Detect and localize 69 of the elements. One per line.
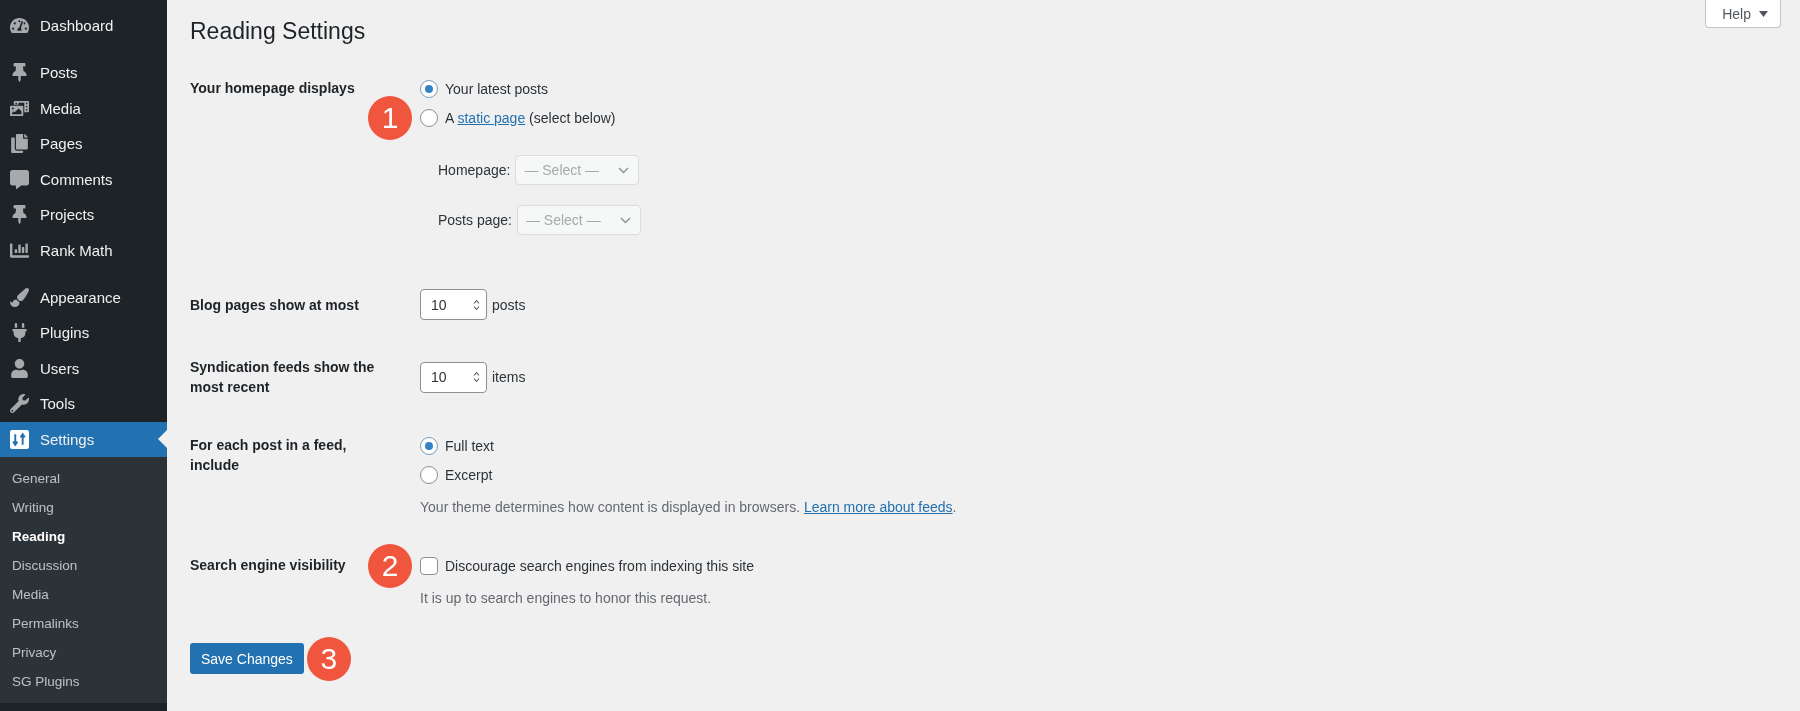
help-button[interactable]: Help	[1705, 0, 1781, 28]
menu-item[interactable]: Plugins	[0, 315, 167, 351]
menu-item[interactable]: Pages	[0, 126, 167, 162]
caret-down-icon	[1759, 10, 1768, 17]
field-label: Your homepage displays	[190, 79, 355, 98]
submenu-item[interactable]: Permalinks	[0, 609, 79, 638]
option-label: Your latest posts	[445, 80, 548, 99]
field-label: For each post in a feed, include	[190, 436, 348, 475]
text-link[interactable]: static page	[457, 110, 526, 126]
numbered-callout: 1	[368, 96, 412, 140]
checkbox[interactable]	[420, 557, 438, 575]
gauge-icon	[10, 16, 29, 36]
user-icon	[10, 358, 29, 378]
submenu-item[interactable]: Privacy	[0, 638, 57, 667]
menu-item[interactable]: Media	[0, 90, 167, 126]
spinner-arrows-icon[interactable]	[473, 371, 480, 383]
submenu-item[interactable]: Discussion	[0, 551, 78, 580]
chevron-down-icon	[619, 216, 631, 224]
current-pointer-icon	[158, 430, 167, 449]
menu-item[interactable]: Appearance	[0, 279, 167, 315]
up-down-arrows-icon	[10, 429, 29, 449]
paintbrush-icon	[10, 287, 29, 307]
pushpin-icon	[10, 63, 29, 83]
unit-label: items	[492, 369, 526, 385]
submenu-item[interactable]: Reading	[0, 522, 66, 551]
option-label: Excerpt	[445, 466, 493, 485]
option-label: A static page (select below)	[445, 109, 616, 128]
menu-item[interactable]: Posts	[0, 55, 167, 91]
page-title: Reading Settings	[190, 17, 366, 46]
numbered-callout: 3	[306, 636, 351, 681]
plug-icon	[10, 323, 29, 343]
submenu-item[interactable]: Media	[0, 580, 49, 609]
text-link[interactable]: Learn more about feeds	[803, 499, 953, 515]
numbered-callout: 2	[368, 544, 412, 588]
option-label: Full text	[445, 437, 494, 456]
select-label: Homepage:	[438, 162, 511, 178]
menu-item[interactable]: Rank Math	[0, 232, 167, 268]
documents-icon	[10, 134, 29, 154]
option-label: Discourage search engines from indexing this site	[445, 557, 754, 576]
save-changes-button[interactable]: Save Changes	[190, 643, 304, 674]
wrench-icon	[10, 394, 29, 414]
menu-item[interactable]: Projects	[0, 197, 167, 233]
number-input[interactable]: 10	[420, 361, 487, 393]
menu-item[interactable]: Comments	[0, 161, 167, 197]
radio-button[interactable]	[420, 80, 438, 98]
number-input[interactable]: 10	[420, 289, 487, 320]
field-label: Syndication feeds show the most recent	[190, 358, 376, 397]
field-label: Blog pages show at most	[190, 295, 359, 315]
select-label: Posts page:	[438, 212, 512, 228]
chevron-down-icon	[618, 166, 630, 174]
radio-button[interactable]	[420, 466, 438, 484]
menu-item[interactable]: Tools	[0, 386, 167, 422]
menu-item[interactable]: Settings	[0, 421, 167, 457]
submenu-item[interactable]: General	[0, 464, 61, 493]
speech-bubble-icon	[10, 169, 29, 189]
field-label: Search engine visibility	[190, 556, 346, 575]
radio-button[interactable]	[420, 109, 438, 127]
photo-video-icon	[10, 98, 29, 118]
submenu-item[interactable]: SG Plugins	[0, 667, 80, 696]
radio-button[interactable]	[420, 437, 438, 455]
unit-label: posts	[492, 296, 526, 313]
menu-item[interactable]: Users	[0, 350, 167, 386]
description-text: It is up to search engines to honor this request.	[420, 589, 712, 608]
submenu-item[interactable]: Writing	[0, 493, 54, 522]
description-text: Your theme determines how content is displayed in browsers. Learn more about feeds.	[420, 498, 957, 517]
spinner-arrows-icon[interactable]	[473, 298, 480, 311]
pushpin-icon	[10, 205, 29, 225]
menu-item[interactable]: Dashboard	[0, 8, 167, 44]
bar-chart-icon	[10, 240, 29, 260]
